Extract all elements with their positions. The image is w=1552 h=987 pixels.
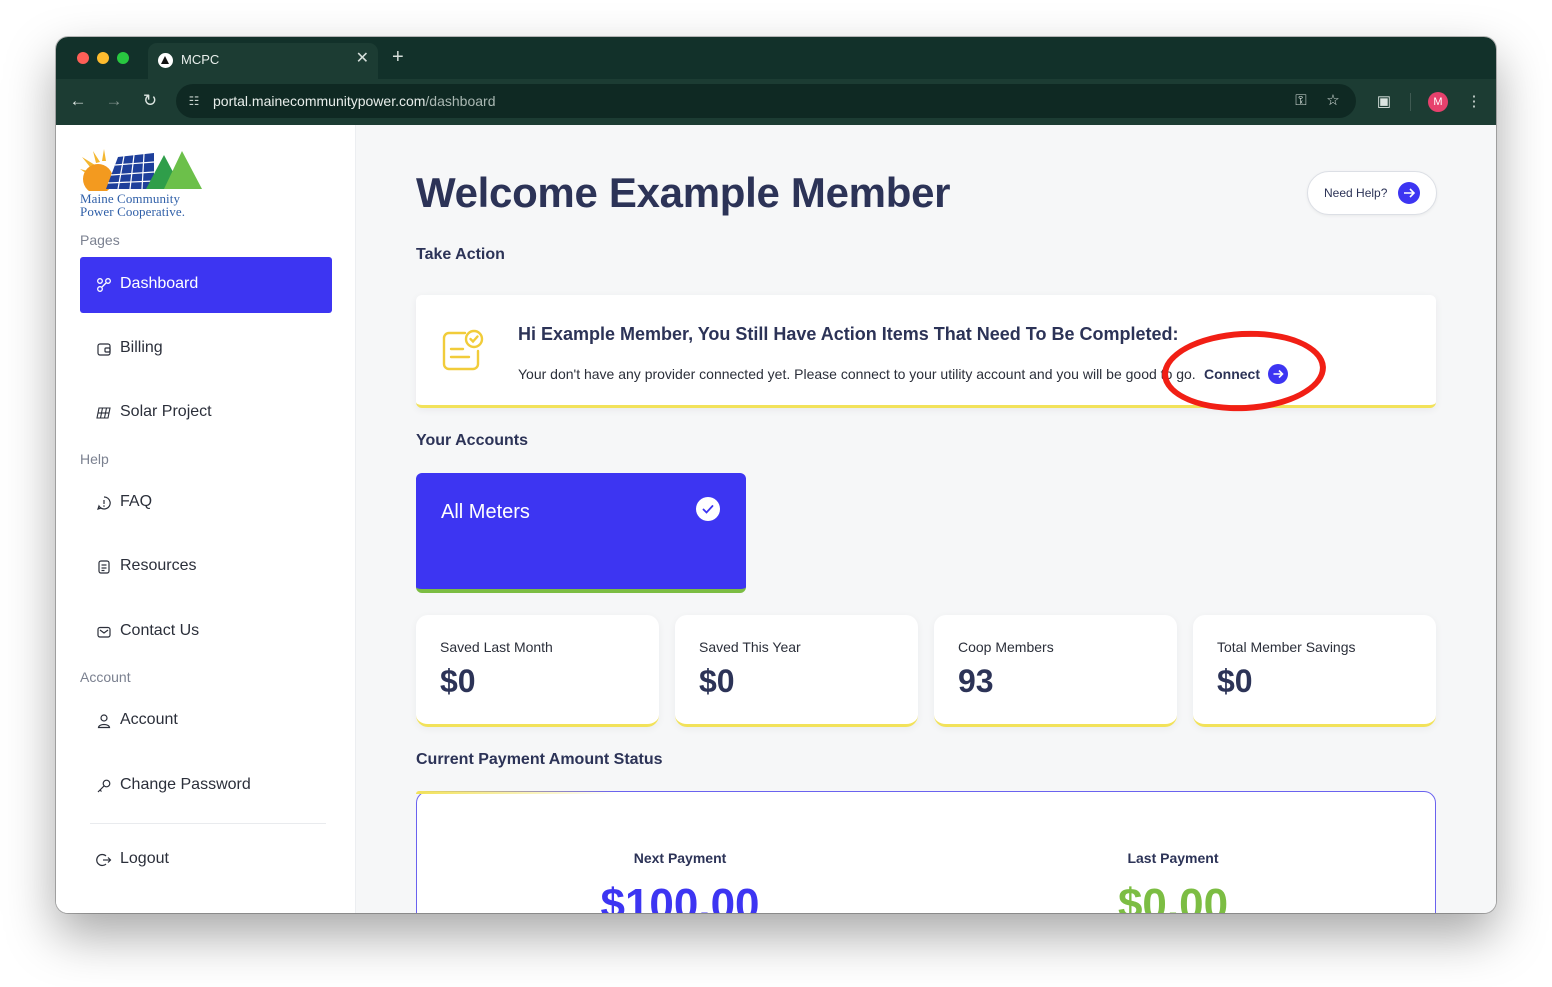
mcpc-logo[interactable]: Maine Community Power Cooperative. [80,149,220,221]
reload-icon[interactable]: ↻ [140,91,160,111]
need-help-label: Need Help? [1324,186,1388,200]
bookmark-star-icon[interactable]: ☆ [1324,92,1342,110]
logout-icon [96,853,112,867]
take-action-heading: Take Action [416,246,505,263]
sidebar-item-change-password[interactable]: Change Password [80,758,332,814]
task-checklist-icon [442,329,484,371]
profile-avatar[interactable]: M [1428,92,1448,112]
browser-menu-icon[interactable]: ⋮ [1464,92,1484,112]
payment-status-heading: Current Payment Amount Status [416,751,663,768]
tab-title: MCPC [181,52,220,67]
faq-icon [97,496,111,510]
sidebar-item-label: Billing [120,339,163,356]
section-label-account: Account [80,669,131,685]
sidebar-item-faq[interactable]: FAQ [80,475,332,531]
sidebar-item-account[interactable]: Account [80,693,332,749]
last-payment-label: Last Payment [1127,850,1219,866]
url-path: /dashboard [425,93,496,109]
next-payment: Next Payment $100.00 [530,850,830,913]
sidebar-item-label: Change Password [120,776,251,793]
logo-graphic [80,149,202,191]
stat-value: $0 [440,663,476,699]
browser-tab[interactable]: MCPC ✕ [148,43,378,79]
tab-bar: MCPC ✕ + [56,37,1496,79]
stat-label: Total Member Savings [1217,639,1356,655]
browser-toolbar: ← → ↻ ☷ portal.mainecommunitypower.com/d… [56,79,1496,125]
stat-card-saved-last-month: Saved Last Month $0 [416,615,659,727]
user-icon [97,714,111,729]
stat-label: Saved This Year [699,639,801,655]
sidebar-item-resources[interactable]: Resources [80,539,332,595]
check-circle-icon [696,497,720,521]
document-icon [98,560,110,574]
minimize-window-button[interactable] [97,52,109,64]
section-label-help: Help [80,451,109,467]
page-title: Welcome Example Member [416,169,951,216]
sidebar-item-billing[interactable]: Billing [80,321,332,377]
stat-value: $0 [699,663,735,699]
action-description: Your don't have any provider connected y… [518,366,1196,382]
site-settings-icon[interactable]: ☷ [186,93,202,109]
logo-text-line2: Power Cooperative. [80,204,186,219]
stat-label: Coop Members [958,639,1054,655]
sidebar-item-label: Dashboard [120,275,199,292]
main-content: Welcome Example Member Need Help? Take A… [356,125,1496,913]
section-label-pages: Pages [80,232,120,248]
forward-arrow-icon[interactable]: → [104,91,124,111]
next-payment-value: $100.00 [600,880,760,913]
action-title: Hi Example Member, You Still Have Action… [518,324,1179,344]
your-accounts-heading: Your Accounts [416,432,529,449]
arrow-right-icon [1398,182,1420,204]
sidebar-item-dashboard[interactable]: Dashboard [80,257,332,313]
key-icon [97,779,111,793]
browser-window: MCPC ✕ + ← → ↻ ☷ portal.mainecommunitypo… [56,37,1496,913]
new-tab-icon[interactable]: + [392,46,404,68]
stat-card-total-member-savings: Total Member Savings $0 [1193,615,1436,727]
connect-label: Connect [1204,366,1260,382]
sidebar-item-contact-us[interactable]: Contact Us [80,604,332,660]
mail-icon [97,626,111,638]
all-meters-card[interactable]: All Meters [416,473,746,593]
sidebar-item-solar-project[interactable]: Solar Project [80,385,332,441]
url-text: portal.mainecommunitypower.com/dashboard [213,93,495,109]
sidebar-item-label: FAQ [120,493,153,510]
sidebar-item-label: Solar Project [120,403,212,420]
sidebar: Maine Community Power Cooperative. Pages… [56,125,356,913]
solar-panel-icon [96,407,111,419]
stat-card-coop-members: Coop Members 93 [934,615,1177,727]
arrow-right-icon [1268,364,1288,384]
maximize-window-button[interactable] [117,52,129,64]
wallet-icon [97,343,111,356]
sidebar-item-logout[interactable]: Logout [80,832,332,888]
sidebar-item-label: Logout [120,850,169,867]
side-panel-icon[interactable]: ▣ [1374,92,1394,112]
stat-value: 93 [958,663,994,699]
url-host: portal.mainecommunitypower.com [213,93,426,109]
dashboard-icon [97,278,111,292]
back-arrow-icon[interactable]: ← [68,91,88,111]
toolbar-divider [1410,93,1411,111]
address-bar[interactable]: ☷ portal.mainecommunitypower.com/dashboa… [176,84,1356,118]
payment-status-card: Next Payment $100.00 Last Payment $0.00 [416,791,1436,913]
last-payment-value: $0.00 [1117,880,1229,913]
stat-label: Saved Last Month [440,639,553,655]
logo-text: Maine Community Power Cooperative. [80,192,185,218]
close-window-button[interactable] [77,52,89,64]
close-tab-icon[interactable]: ✕ [356,50,369,68]
sidebar-divider [90,823,326,824]
stat-value: $0 [1217,663,1253,699]
site-favicon-icon [158,53,173,68]
meter-label: All Meters [441,501,530,523]
need-help-button[interactable]: Need Help? [1307,171,1437,215]
sidebar-item-label: Account [120,711,178,728]
dashboard-page: Maine Community Power Cooperative. Pages… [56,125,1496,913]
password-key-icon[interactable]: ⚿ [1292,92,1310,110]
last-payment: Last Payment $0.00 [1023,850,1323,913]
sidebar-item-label: Resources [120,557,197,574]
stat-card-saved-this-year: Saved This Year $0 [675,615,918,727]
sidebar-item-label: Contact Us [120,622,200,639]
next-payment-label: Next Payment [633,850,727,866]
action-items-card: Hi Example Member, You Still Have Action… [416,295,1436,408]
